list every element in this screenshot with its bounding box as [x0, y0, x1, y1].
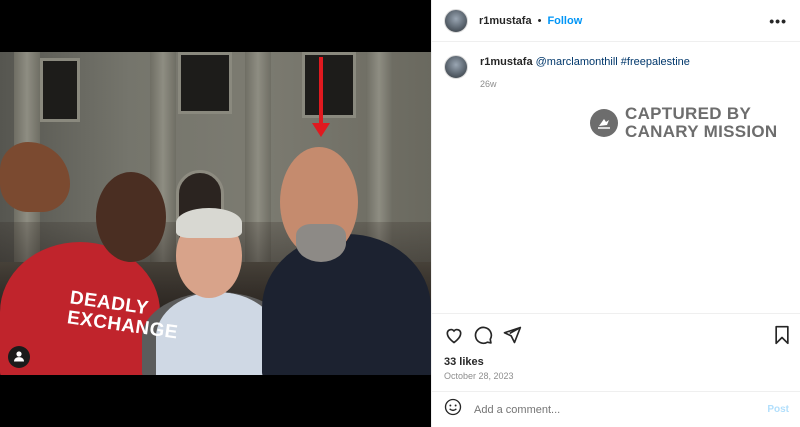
watermark-text: CAPTURED BY CANARY MISSION [625, 105, 778, 141]
watermark-line-1: CAPTURED BY [625, 104, 752, 123]
separator-dot: • [537, 14, 542, 27]
post-age[interactable]: 26w [480, 77, 690, 91]
comment-bar: Post [432, 391, 800, 427]
person-left-head [96, 172, 166, 262]
username-link[interactable]: r1mustafa [479, 15, 532, 27]
post-photo [0, 52, 431, 375]
window [40, 58, 80, 122]
comment-input[interactable] [474, 403, 754, 416]
avatar[interactable] [444, 8, 468, 33]
person-icon [13, 350, 25, 365]
post-side-panel: r1mustafa • Follow ••• r1mustafa @marcla… [431, 0, 800, 427]
tagged-users-button[interactable] [8, 346, 30, 368]
watermark-line-2: CANARY MISSION [625, 122, 778, 141]
post-date: October 28, 2023 [444, 371, 514, 381]
person-middle-hair [176, 208, 242, 238]
post-header: r1mustafa • Follow ••• [432, 0, 800, 42]
window [302, 52, 356, 118]
canary-bird-icon [590, 109, 618, 137]
caption-username[interactable]: r1mustafa [480, 56, 533, 68]
caption-body: r1mustafa @marclamonthill #freepalestine… [480, 55, 690, 91]
follow-button[interactable]: Follow [547, 15, 582, 27]
canary-mission-watermark: CAPTURED BY CANARY MISSION [590, 105, 778, 141]
avatar[interactable] [444, 55, 468, 79]
caption-mention[interactable]: @marclamonthill [536, 56, 618, 68]
send-icon[interactable] [502, 325, 522, 345]
comment-icon[interactable] [473, 325, 493, 345]
window [178, 52, 232, 114]
post-media[interactable]: DEADLY EXCHANGE [0, 0, 431, 427]
post-comment-button[interactable]: Post [767, 404, 789, 415]
more-options-icon[interactable]: ••• [769, 13, 787, 29]
person-right-beard [296, 224, 346, 262]
person-right-shirt [262, 234, 431, 375]
action-bar [432, 313, 800, 353]
likes-count[interactable]: 33 likes [444, 356, 484, 368]
emoji-icon[interactable] [444, 398, 462, 421]
heart-icon[interactable] [444, 325, 464, 345]
red-arrow-annotation [312, 57, 330, 137]
post-caption: r1mustafa @marclamonthill #freepalestine… [444, 55, 690, 91]
bookmark-icon[interactable] [773, 325, 793, 345]
caption-hashtag[interactable]: #freepalestine [621, 56, 690, 68]
